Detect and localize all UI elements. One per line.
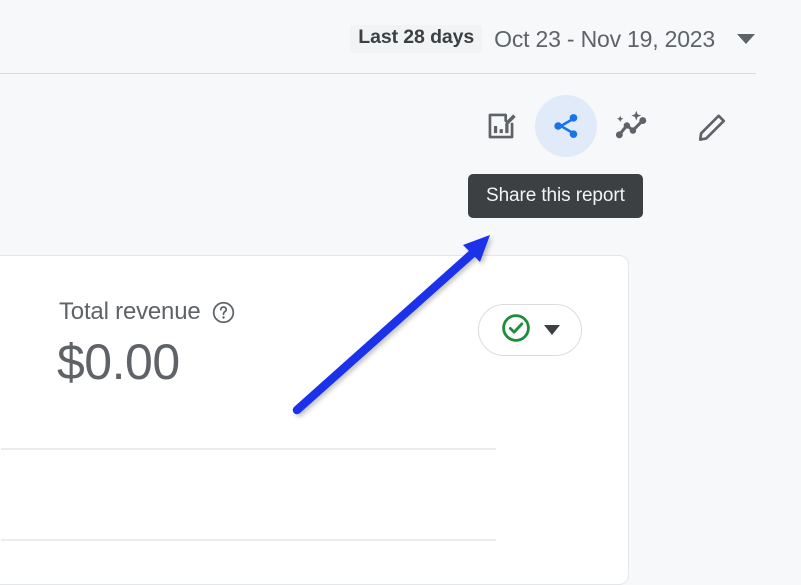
share-report-tooltip: Share this report [468,174,643,218]
metric-value: $0.00 [57,334,180,390]
customize-report-button[interactable] [470,95,532,157]
status-badge[interactable] [478,304,582,356]
date-range-text[interactable]: Oct 23 - Nov 19, 2023 [494,27,715,51]
pencil-icon [696,109,730,143]
edit-button[interactable] [682,95,744,157]
insights-sparkle-icon [615,110,647,139]
date-range-selector[interactable]: Last 28 days Oct 23 - Nov 19, 2023 [350,21,755,57]
date-range-bar: Last 28 days Oct 23 - Nov 19, 2023 [0,0,801,74]
scorecard-panel: Total revenue $0.00 [0,255,629,585]
header-divider [0,73,756,74]
card-row-divider [1,539,496,541]
metric-label: Total revenue [59,298,201,325]
share-icon [550,110,582,142]
metric-title-row: Total revenue [59,298,236,326]
date-range-preset-chip[interactable]: Last 28 days [350,25,483,53]
chevron-down-icon[interactable] [737,34,755,44]
tooltip-label: Share this report [486,185,625,206]
help-circle-icon[interactable] [211,300,236,325]
insights-button[interactable] [600,95,662,157]
check-circle-icon [500,312,532,349]
app-screen: Last 28 days Oct 23 - Nov 19, 2023 Share… [0,0,801,585]
chevron-down-icon[interactable] [544,325,560,335]
report-toolbar [470,95,750,159]
chart-edit-icon [484,109,518,143]
share-report-button[interactable] [535,95,597,157]
card-row-divider [1,448,496,450]
